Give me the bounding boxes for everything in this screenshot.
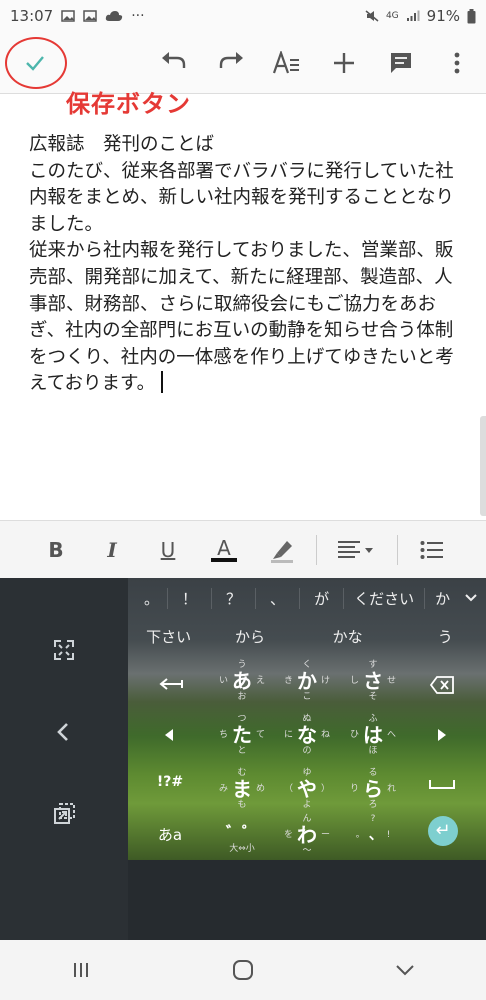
candidate-item[interactable]: か	[425, 588, 460, 609]
align-left-icon	[338, 541, 373, 558]
text-format-button[interactable]	[270, 47, 302, 79]
candidate-item[interactable]: ください	[344, 587, 426, 609]
more-icon: ···	[131, 8, 145, 24]
align-button[interactable]	[336, 535, 376, 565]
format-bar: B I U A	[0, 520, 486, 578]
text-cursor	[161, 371, 164, 394]
candidate-item[interactable]: 。	[128, 587, 169, 609]
highlight-button[interactable]	[265, 535, 299, 565]
cursor-left-key[interactable]	[163, 728, 175, 742]
enter-key[interactable]: ↵	[428, 816, 458, 846]
text-color-button[interactable]: A	[207, 535, 241, 565]
space-key[interactable]	[428, 778, 456, 790]
chevron-left-icon[interactable]	[52, 720, 76, 744]
system-nav-bar	[0, 940, 486, 1000]
text-format-icon	[272, 51, 299, 74]
suggestion-item[interactable]: 下さい	[128, 626, 209, 647]
bulleted-list-button[interactable]	[415, 535, 449, 565]
kana-key-ya[interactable]: ゆ （や） よ	[279, 768, 335, 810]
document-body[interactable]: 広報誌 発刊のことば このたび、従来各部署でバラバラに発行していた社内報をまとめ…	[29, 132, 459, 398]
chevron-down-icon[interactable]	[464, 593, 478, 603]
insert-button[interactable]	[328, 47, 360, 79]
text-color-label: A	[217, 536, 231, 560]
4g-icon: 4G	[385, 10, 399, 21]
app-screen: 13:07 ··· 4G 91% 保存ボタン 広報誌 発刊のことば このたび、従…	[0, 0, 486, 1000]
punctuation-key[interactable]: ? 。、!	[345, 814, 401, 846]
highlight-circle	[5, 37, 67, 89]
suggestion-item[interactable]: から	[209, 626, 290, 647]
suggestion-item[interactable]: かな	[291, 626, 405, 647]
scroll-handle[interactable]	[480, 416, 486, 516]
list-icon	[420, 541, 443, 559]
software-keyboard: 。 ！ ？ 、 が ください か 下さい から かな う !?# あa う いあ…	[0, 578, 486, 940]
dakuten-key[interactable]: ゛゜ 大⇔小	[214, 822, 270, 854]
status-bar: 13:07 ··· 4G 91%	[0, 0, 486, 32]
recent-apps-icon[interactable]	[71, 961, 91, 979]
candidate-item[interactable]: ！	[168, 587, 213, 609]
save-button-annotation: 保存ボタン	[66, 90, 191, 118]
kana-key-ma[interactable]: む みまめ も	[214, 768, 270, 810]
kana-key-ha[interactable]: ふ ひはへ ほ	[345, 714, 401, 756]
candidate-item[interactable]: 、	[256, 587, 301, 609]
candidate-bar: 。 ！ ？ 、 が ください か	[128, 578, 486, 618]
kana-key-na[interactable]: ぬ になね の	[279, 714, 335, 756]
input-mode-key[interactable]: あa	[150, 824, 190, 845]
cloud-icon	[106, 11, 123, 21]
comment-button[interactable]	[385, 47, 417, 79]
battery-level: 91%	[426, 7, 460, 25]
underline-button[interactable]: U	[151, 535, 185, 565]
symbols-key[interactable]: !?#	[150, 774, 190, 790]
kana-key-ka[interactable]: く きかけ こ	[279, 660, 335, 702]
more-options-button[interactable]	[441, 47, 473, 79]
candidate-item[interactable]: ？	[212, 587, 257, 609]
cursor-right-key[interactable]	[436, 728, 448, 742]
redo-icon	[219, 52, 243, 68]
text-color-swatch	[211, 558, 237, 562]
image-icon	[83, 10, 97, 22]
undo-icon	[162, 52, 186, 68]
redo-button[interactable]	[215, 47, 247, 79]
home-icon[interactable]	[232, 959, 254, 981]
document-title: 広報誌 発刊のことば	[29, 134, 215, 155]
comment-icon	[391, 53, 411, 73]
divider	[397, 535, 398, 565]
highlighter-icon	[271, 541, 293, 563]
keyboard-side-panel	[0, 578, 128, 940]
document-paragraph: 従来から社内報を発行しておりました、営業部、販売部、開発部に加えて、新たに経理部…	[29, 240, 454, 395]
kana-key-wa[interactable]: ん をわー 〜	[279, 814, 335, 856]
kana-key-ta[interactable]: つ ちたて と	[214, 714, 270, 756]
divider	[316, 535, 317, 565]
more-vert-icon	[454, 52, 460, 74]
back-icon[interactable]	[395, 964, 415, 976]
add-icon	[334, 53, 354, 73]
image-icon	[61, 10, 75, 22]
fullscreen-icon[interactable]	[52, 638, 76, 662]
document-paragraph: このたび、従来各部署でバラバラに発行していた社内報をまとめ、新しい社内報を発刊す…	[29, 160, 454, 235]
kana-key-a[interactable]: う いあえ お	[214, 660, 270, 702]
backspace-key[interactable]	[430, 676, 454, 694]
italic-button[interactable]: I	[95, 535, 129, 565]
float-keyboard-icon[interactable]	[52, 802, 76, 826]
kana-key-ra[interactable]: る りられ ろ	[345, 768, 401, 810]
undo-button[interactable]	[158, 47, 190, 79]
suggestion-item[interactable]: う	[405, 626, 486, 647]
status-time: 13:07	[10, 7, 54, 25]
candidate-item[interactable]: が	[300, 587, 345, 609]
mute-icon	[365, 10, 379, 22]
bold-button[interactable]: B	[39, 535, 73, 565]
battery-icon	[467, 8, 476, 23]
suggestion-bar: 下さい から かな う	[128, 618, 486, 654]
cursor-back-key[interactable]	[158, 676, 184, 692]
kana-key-sa[interactable]: す しさせ そ	[345, 660, 401, 702]
signal-icon	[406, 10, 420, 21]
